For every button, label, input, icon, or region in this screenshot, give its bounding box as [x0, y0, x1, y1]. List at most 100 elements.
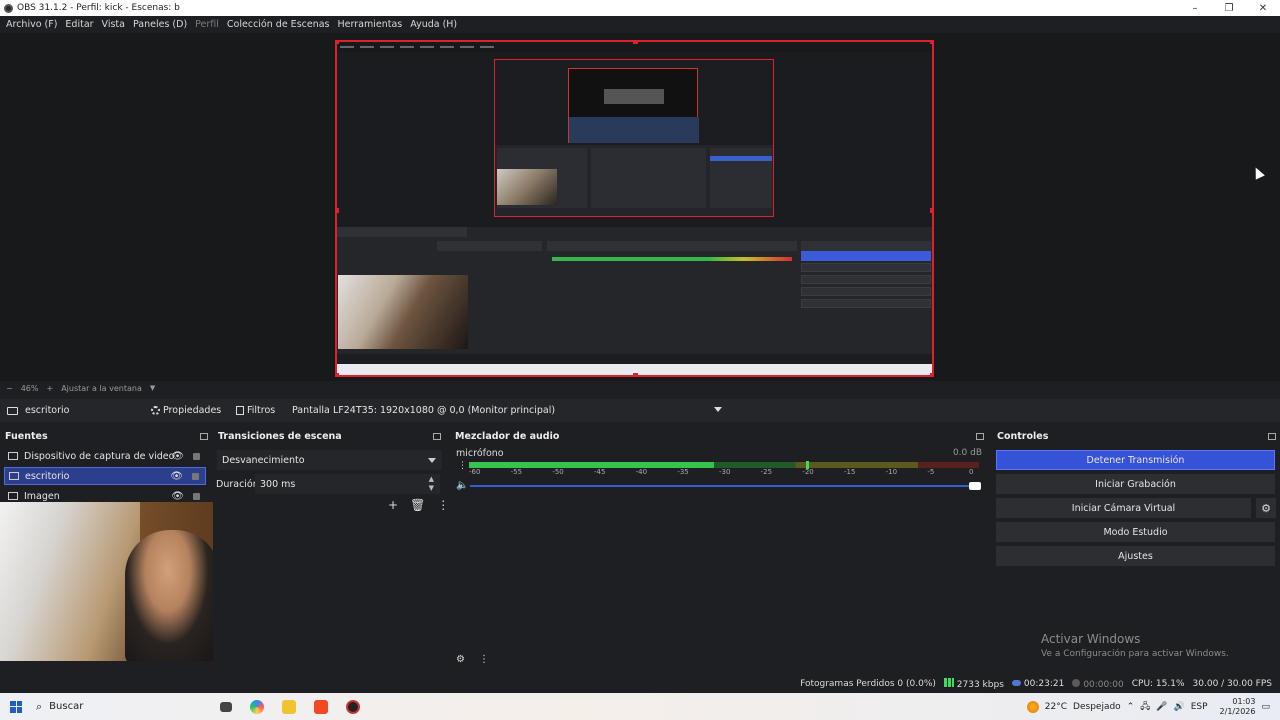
undock-icon[interactable] [200, 432, 208, 440]
maximize-button[interactable]: ❐ [1212, 0, 1246, 16]
settings-button[interactable]: Ajustes [996, 546, 1275, 566]
window-controls: – ❐ ✕ [1178, 0, 1280, 16]
source-item-escritorio[interactable]: escritorio 👁 [4, 467, 206, 485]
language-indicator[interactable]: ESP [1191, 702, 1208, 712]
stop-stream-button[interactable]: Detener Transmisión [996, 450, 1275, 470]
lock-icon[interactable] [193, 452, 200, 460]
obs-icon[interactable] [346, 699, 360, 714]
volume-icon[interactable]: 🔊 [1174, 702, 1185, 712]
meter-scale-tick: -20 [802, 468, 814, 476]
display-label: Pantalla [292, 405, 330, 416]
notifications-icon[interactable]: ▭ [1261, 702, 1270, 712]
volume-knob[interactable] [969, 482, 981, 490]
zoom-in-button[interactable]: + [46, 384, 53, 393]
copilot-icon[interactable] [250, 699, 264, 714]
zoom-level: 46% [20, 383, 39, 393]
more-icon[interactable]: ⋮ [437, 498, 449, 512]
start-virtual-camera-button[interactable]: Iniciar Cámara Virtual [996, 498, 1251, 518]
start-recording-button[interactable]: Iniciar Grabación [996, 474, 1275, 494]
mic-icon[interactable]: 🎤 [1156, 702, 1167, 712]
meter-scale: -60 -55 -50 -45 -40 -35 -30 -25 -20 -15 -10 -5 0 [469, 468, 979, 477]
advanced-audio-icon[interactable]: ⚙ [456, 654, 465, 665]
menu-paneles[interactable]: Paneles (D) [133, 19, 187, 30]
dropped-frames: Fotogramas Perdidos 0 (0.0%) [800, 679, 936, 689]
context-source-name: escritorio [25, 405, 70, 416]
mixer-tools: ⚙ ⋮ [456, 654, 489, 665]
undock-icon[interactable] [976, 432, 984, 440]
undock-icon[interactable] [1268, 432, 1276, 440]
meter-scale-tick: -30 [719, 468, 731, 476]
speaker-icon[interactable]: 🔈 [456, 480, 468, 491]
filter-icon [236, 406, 244, 415]
display-select[interactable]: LF24T35: 1920x1080 @ 0,0 (Monitor princi… [330, 401, 728, 419]
channel-db: 0.0 dB [952, 448, 982, 458]
stream-time: 00:23:21 [1023, 679, 1065, 689]
meter-scale-tick: 0 [969, 468, 974, 476]
volume-slider[interactable] [470, 482, 981, 490]
more-icon[interactable]: ⋮ [479, 654, 489, 665]
nested-dock-row [495, 145, 773, 216]
minimize-button[interactable]: – [1178, 0, 1212, 16]
zoom-dropdown-icon[interactable]: ▼ [150, 384, 155, 392]
channel-name: micrófono [456, 448, 504, 459]
eye-icon[interactable]: 👁 [171, 491, 184, 502]
virtual-camera-settings-icon[interactable]: ⚙ [1256, 498, 1276, 518]
source-item-captura[interactable]: Dispositivo de captura de video 👁 [4, 447, 206, 465]
duration-input[interactable]: 300 ms ▲ ▼ [255, 474, 440, 494]
weather-icon[interactable] [1026, 700, 1039, 713]
menu-archivo[interactable]: Archivo (F) [6, 19, 57, 30]
filters-label: Filtros [247, 405, 276, 416]
lock-icon[interactable] [192, 472, 199, 480]
meter-scale-tick: -15 [844, 468, 856, 476]
taskbar-search[interactable]: ⌕ Buscar [36, 700, 211, 714]
zoom-out-button[interactable]: − [6, 384, 13, 393]
menu-vista[interactable]: Vista [102, 19, 125, 30]
meter-scale-tick: -50 [552, 468, 564, 476]
meter-scale-tick: -35 [677, 468, 689, 476]
menu-ayuda[interactable]: Ayuda (H) [410, 19, 457, 30]
task-view-icon[interactable] [220, 701, 232, 712]
folder-icon[interactable] [282, 699, 296, 714]
transitions-dock: Transiciones de escena Desvanecimiento D… [213, 428, 449, 671]
transition-type-select[interactable]: Desvanecimiento [217, 450, 442, 470]
duration-label: Duración [216, 479, 259, 490]
tray-chevron-icon[interactable]: ⌃ [1127, 702, 1135, 712]
brave-icon[interactable] [314, 699, 328, 714]
transitions-title: Transiciones de escena [218, 430, 342, 442]
preview-canvas[interactable] [335, 40, 934, 377]
menu-editar[interactable]: Editar [65, 19, 93, 30]
zoom-bar: − 46% + Ajustar a la ventana ▼ [0, 381, 1280, 395]
stepper-icon[interactable]: ▲ ▼ [429, 475, 434, 493]
trash-icon[interactable]: 🗑 [410, 498, 425, 512]
undock-icon[interactable] [433, 432, 441, 440]
stream-icon [1011, 680, 1021, 686]
menu-herramientas[interactable]: Herramientas [338, 19, 403, 30]
network-icon[interactable]: 🖧 [1140, 699, 1150, 715]
activate-windows-watermark: Activar Windows Ve a Configuración para … [1041, 632, 1229, 659]
cpu-usage: CPU: 15.1% [1131, 679, 1185, 689]
eye-icon[interactable]: 👁 [171, 451, 184, 462]
properties-label: Propiedades [163, 405, 222, 416]
menu-bar: Archivo (F) Editar Vista Paneles (D) Per… [0, 16, 1280, 33]
menu-perfil[interactable]: Perfil [195, 19, 219, 30]
signal-icon [943, 678, 954, 687]
lock-icon[interactable] [193, 492, 200, 500]
channel-menu-icon[interactable]: ⋮ [458, 461, 467, 471]
add-icon[interactable]: + [388, 498, 398, 512]
meter-scale-tick: -60 [469, 468, 481, 476]
filters-button[interactable]: Filtros [236, 405, 275, 416]
close-button[interactable]: ✕ [1246, 0, 1280, 16]
nested-obs-docks [337, 227, 932, 354]
person-image [125, 530, 220, 661]
fit-window-label[interactable]: Ajustar a la ventana [61, 384, 142, 393]
clock[interactable]: 01:03 2/1/2026 [1220, 697, 1256, 717]
menu-coleccion-escenas[interactable]: Colección de Escenas [227, 19, 330, 30]
meter-scale-tick: -25 [760, 468, 773, 476]
start-icon[interactable] [10, 700, 22, 713]
nested-preview [494, 59, 774, 217]
fps: 30.00 / 30.00 FPS [1192, 679, 1272, 689]
meter-scale-tick: -40 [635, 468, 648, 476]
eye-icon[interactable]: 👁 [170, 471, 183, 482]
properties-button[interactable]: Propiedades [151, 405, 221, 416]
studio-mode-button[interactable]: Modo Estudio [996, 522, 1275, 542]
